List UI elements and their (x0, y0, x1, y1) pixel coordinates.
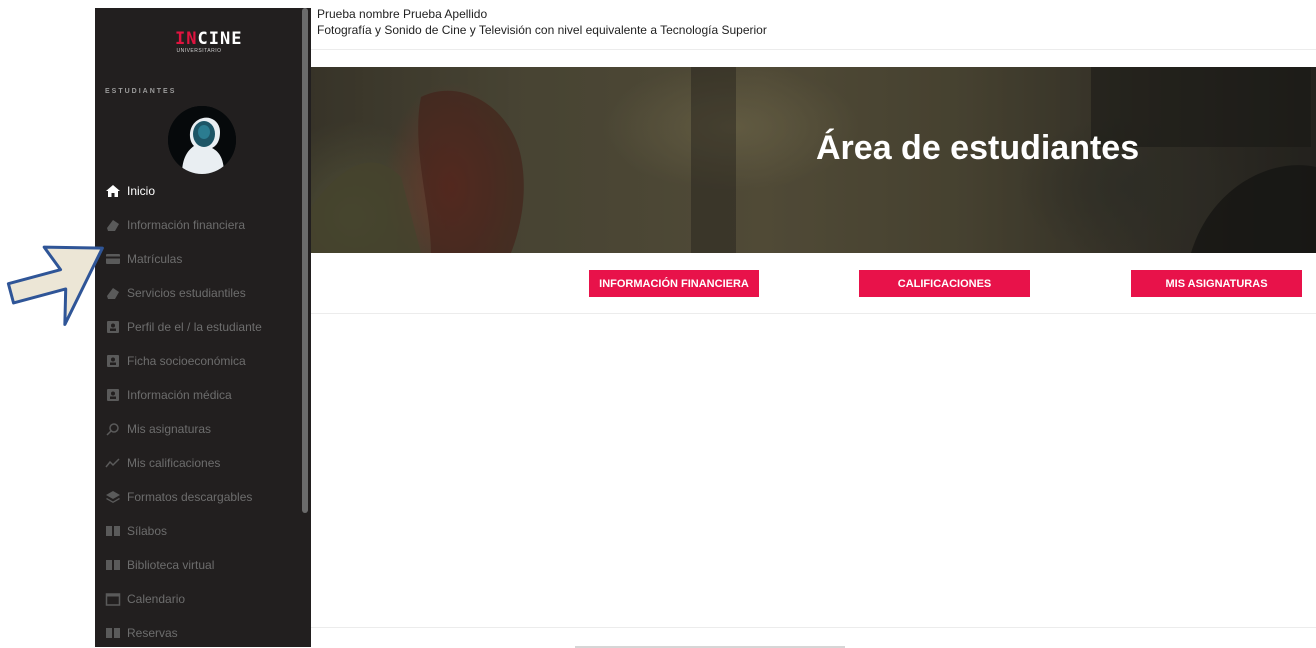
sidebar-item-mis-calificaciones[interactable]: Mis calificaciones (95, 446, 311, 480)
sidebar: INCINE UNIVERSITARIO ESTUDIANTES Inicio … (95, 8, 311, 647)
sidebar-item-inicio[interactable]: Inicio (95, 174, 311, 208)
footer-divider (311, 627, 1316, 628)
footer-text-blur (575, 646, 845, 648)
sidebar-menu: Inicio Información financiera Matrículas… (95, 174, 311, 647)
logo-prefix: IN (175, 29, 198, 49)
sidebar-item-label: Mis asignaturas (127, 422, 212, 436)
annotation-arrow-icon (6, 245, 104, 326)
sidebar-item-ficha-socioeconomica[interactable]: Ficha socioeconómica (95, 344, 311, 378)
home-icon (104, 184, 122, 198)
sidebar-item-label: Perfil de el / la estudiante (127, 320, 262, 334)
sidebar-item-label: Información financiera (127, 218, 246, 232)
sidebar-section-label: ESTUDIANTES (105, 88, 177, 95)
sidebar-item-reservas[interactable]: Reservas (95, 616, 311, 647)
sidebar-item-silabos[interactable]: Sílabos (95, 514, 311, 548)
sidebar-item-label: Servicios estudiantiles (127, 286, 246, 300)
sidebar-item-perfil[interactable]: Perfil de el / la estudiante (95, 310, 311, 344)
sidebar-item-label: Calendario (127, 592, 186, 606)
header-divider (311, 49, 1316, 50)
calendar-icon (104, 592, 122, 606)
sidebar-item-label: Biblioteca virtual (127, 558, 215, 572)
sidebar-item-label: Formatos descargables (127, 490, 253, 504)
search-icon (104, 422, 122, 436)
grades-button[interactable]: CALIFICACIONES (859, 270, 1030, 297)
sidebar-item-biblioteca-virtual[interactable]: Biblioteca virtual (95, 548, 311, 582)
logo-subtitle: UNIVERSITARIO (176, 48, 222, 54)
sidebar-item-label: Información médica (127, 388, 232, 402)
sidebar-item-label: Ficha socioeconómica (127, 354, 246, 368)
sidebar-item-label: Matrículas (127, 252, 183, 266)
sidebar-item-mis-asignaturas[interactable]: Mis asignaturas (95, 412, 311, 446)
hero-image (311, 67, 1316, 253)
financial-info-button[interactable]: INFORMACIÓN FINANCIERA (589, 270, 759, 297)
sidebar-item-informacion-financiera[interactable]: Información financiera (95, 208, 311, 242)
sidebar-item-label: Sílabos (127, 524, 168, 538)
content-divider (311, 313, 1316, 314)
subjects-button[interactable]: MIS ASIGNATURAS (1131, 270, 1302, 297)
avatar[interactable] (168, 106, 236, 174)
layers-icon (104, 490, 122, 504)
sidebar-item-label: Mis calificaciones (127, 456, 221, 470)
book-icon (104, 558, 122, 572)
money-icon (104, 218, 122, 232)
hero-title: Área de estudiantes (816, 129, 1140, 167)
program-name: Fotografía y Sonido de Cine y Televisión… (317, 23, 767, 37)
chart-line-icon (104, 456, 122, 470)
sidebar-item-informacion-medica[interactable]: Información médica (95, 378, 311, 412)
hero-banner: Área de estudiantes (311, 67, 1316, 253)
id-card-icon (104, 354, 122, 368)
sidebar-item-calendario[interactable]: Calendario (95, 582, 311, 616)
user-name: Prueba nombre Prueba Apellido (317, 7, 488, 21)
sidebar-item-formatos-descargables[interactable]: Formatos descargables (95, 480, 311, 514)
logo-suffix: CINE (197, 29, 243, 49)
book-icon (104, 626, 122, 640)
logo-text: INCINE (175, 29, 241, 49)
sidebar-item-label: Reservas (127, 626, 178, 640)
sidebar-item-servicios-estudiantiles[interactable]: Servicios estudiantiles (95, 276, 311, 310)
sidebar-item-label: Inicio (127, 184, 156, 198)
logo[interactable]: INCINE UNIVERSITARIO (175, 29, 241, 60)
sidebar-item-matriculas[interactable]: Matrículas (95, 242, 311, 276)
sidebar-scrollbar[interactable] (302, 8, 308, 513)
book-icon (104, 524, 122, 538)
id-card-icon (104, 388, 122, 402)
